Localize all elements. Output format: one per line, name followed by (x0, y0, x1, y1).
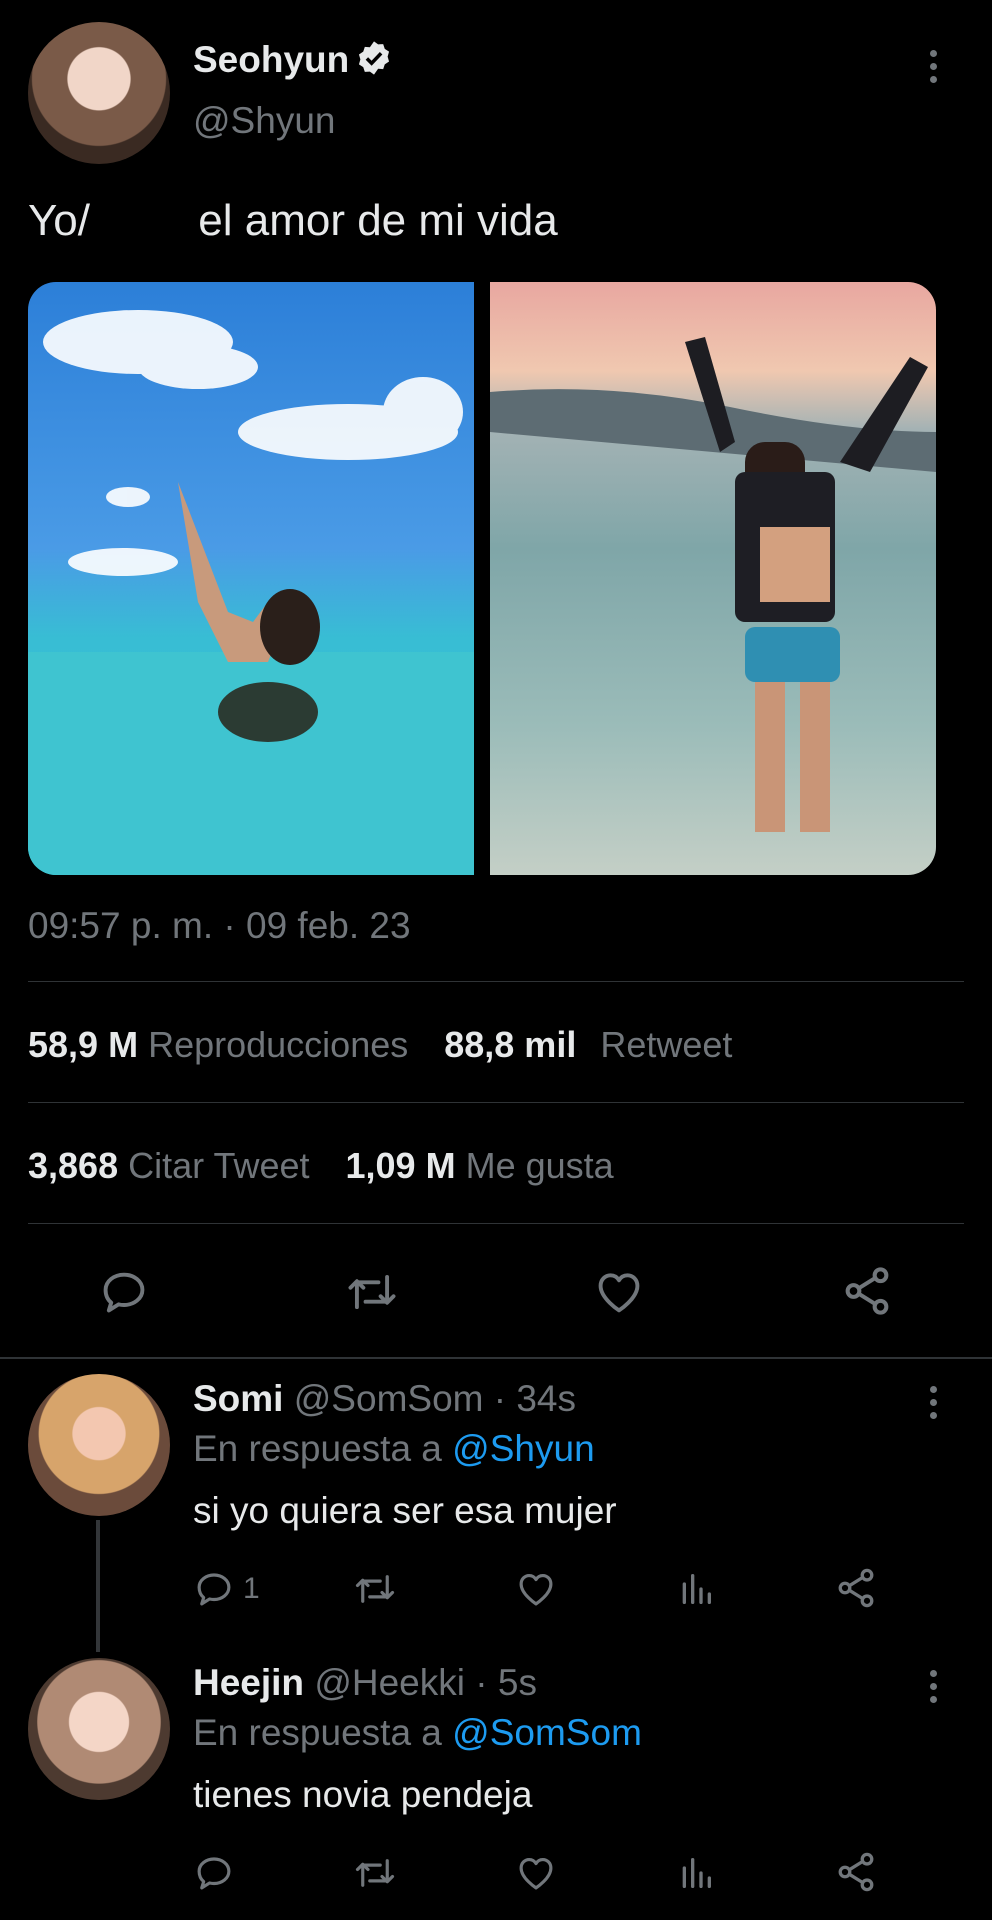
views-label: Reproducciones (148, 1024, 409, 1065)
likes-count: 1,09 M (345, 1145, 456, 1186)
share-icon[interactable] (840, 1264, 894, 1318)
retweet-icon[interactable] (352, 1568, 398, 1610)
reply-context-mention[interactable]: @Shyun (452, 1428, 594, 1469)
retweets-count: 88,8 mil (444, 1024, 577, 1065)
like-icon[interactable] (514, 1852, 558, 1894)
thread-line (96, 1520, 100, 1652)
views-count: 58,9 M (28, 1024, 139, 1065)
section-divider (0, 1357, 992, 1359)
tweet-text-part1: Yo/ (28, 196, 91, 245)
share-icon[interactable] (834, 1850, 878, 1894)
author-handle[interactable]: @Shyun (193, 100, 335, 142)
author-name[interactable]: Seohyun (193, 39, 349, 81)
retweets-label: Retweet (600, 1024, 733, 1065)
reply-author-handle[interactable]: @SomSom (294, 1378, 484, 1419)
tweet-text-part2: el amor de mi vida (198, 196, 558, 245)
quotes-count: 3,868 (28, 1145, 119, 1186)
more-options-icon[interactable] (930, 50, 937, 89)
like-icon[interactable] (514, 1568, 558, 1610)
reply-context-prefix: En respuesta a (193, 1428, 442, 1469)
divider (28, 1102, 964, 1103)
reply-avatar[interactable] (28, 1374, 170, 1516)
reply-icon[interactable] (98, 1266, 150, 1318)
reply-count: 1 (243, 1572, 260, 1605)
analytics-icon[interactable] (676, 1568, 716, 1610)
reply-time: · 5s (475, 1662, 537, 1703)
reply-header: Heejin @Heekki · 5s (193, 1662, 537, 1704)
likes-label: Me gusta (465, 1145, 614, 1186)
retweet-icon[interactable] (352, 1852, 398, 1894)
reply-header: Somi @SomSom · 34s (193, 1378, 576, 1420)
reply-context: En respuesta a @SomSom (193, 1712, 642, 1754)
reply-icon (193, 1568, 235, 1610)
reply-context: En respuesta a @Shyun (193, 1428, 595, 1470)
tweet-photo-left[interactable] (28, 282, 474, 875)
reply-time: · 34s (493, 1378, 577, 1419)
reply-author-name[interactable]: Heejin (193, 1662, 304, 1703)
divider (28, 1223, 964, 1224)
stats-row-views-retweets: 58,9 M Reproducciones 88,8 mil Retweet (28, 1024, 732, 1066)
retweets-stat[interactable]: 88,8 mil Retweet (444, 1024, 732, 1066)
reply-text: tienes novia pendeja (193, 1774, 533, 1815)
stats-row-quotes-likes: 3,868 Citar Tweet 1,09 M Me gusta (28, 1145, 614, 1187)
author-name-row[interactable]: Seohyun (193, 38, 393, 82)
verified-badge-icon (355, 39, 393, 82)
analytics-icon[interactable] (676, 1852, 716, 1894)
like-icon[interactable] (592, 1266, 646, 1318)
reply-author-handle[interactable]: @Heekki (314, 1662, 465, 1703)
quotes-label: Citar Tweet (128, 1145, 310, 1186)
more-options-icon[interactable] (930, 1386, 937, 1425)
reply-avatar[interactable] (28, 1658, 170, 1800)
tweet-text: Yo/ el amor de mi vida (28, 196, 558, 246)
reply-reply-button[interactable] (193, 1852, 243, 1894)
views-stat[interactable]: 58,9 M Reproducciones (28, 1024, 408, 1066)
reply-icon (193, 1852, 235, 1894)
divider (28, 981, 964, 982)
reply-context-mention[interactable]: @SomSom (452, 1712, 642, 1753)
tweet-timestamp[interactable]: 09:57 p. m. · 09 feb. 23 (28, 905, 411, 947)
reply-author-name[interactable]: Somi (193, 1378, 283, 1419)
share-icon[interactable] (834, 1566, 878, 1610)
retweet-icon[interactable] (344, 1266, 400, 1318)
likes-stat[interactable]: 1,09 M Me gusta (346, 1145, 614, 1187)
tweet-photo-right[interactable] (490, 282, 936, 875)
author-avatar[interactable] (28, 22, 170, 164)
more-options-icon[interactable] (930, 1670, 937, 1709)
reply-reply-button[interactable]: 1 (193, 1568, 260, 1610)
reply-text: si yo quiera ser esa mujer (193, 1490, 617, 1531)
quotes-stat[interactable]: 3,868 Citar Tweet (28, 1145, 310, 1187)
reply-context-prefix: En respuesta a (193, 1712, 442, 1753)
